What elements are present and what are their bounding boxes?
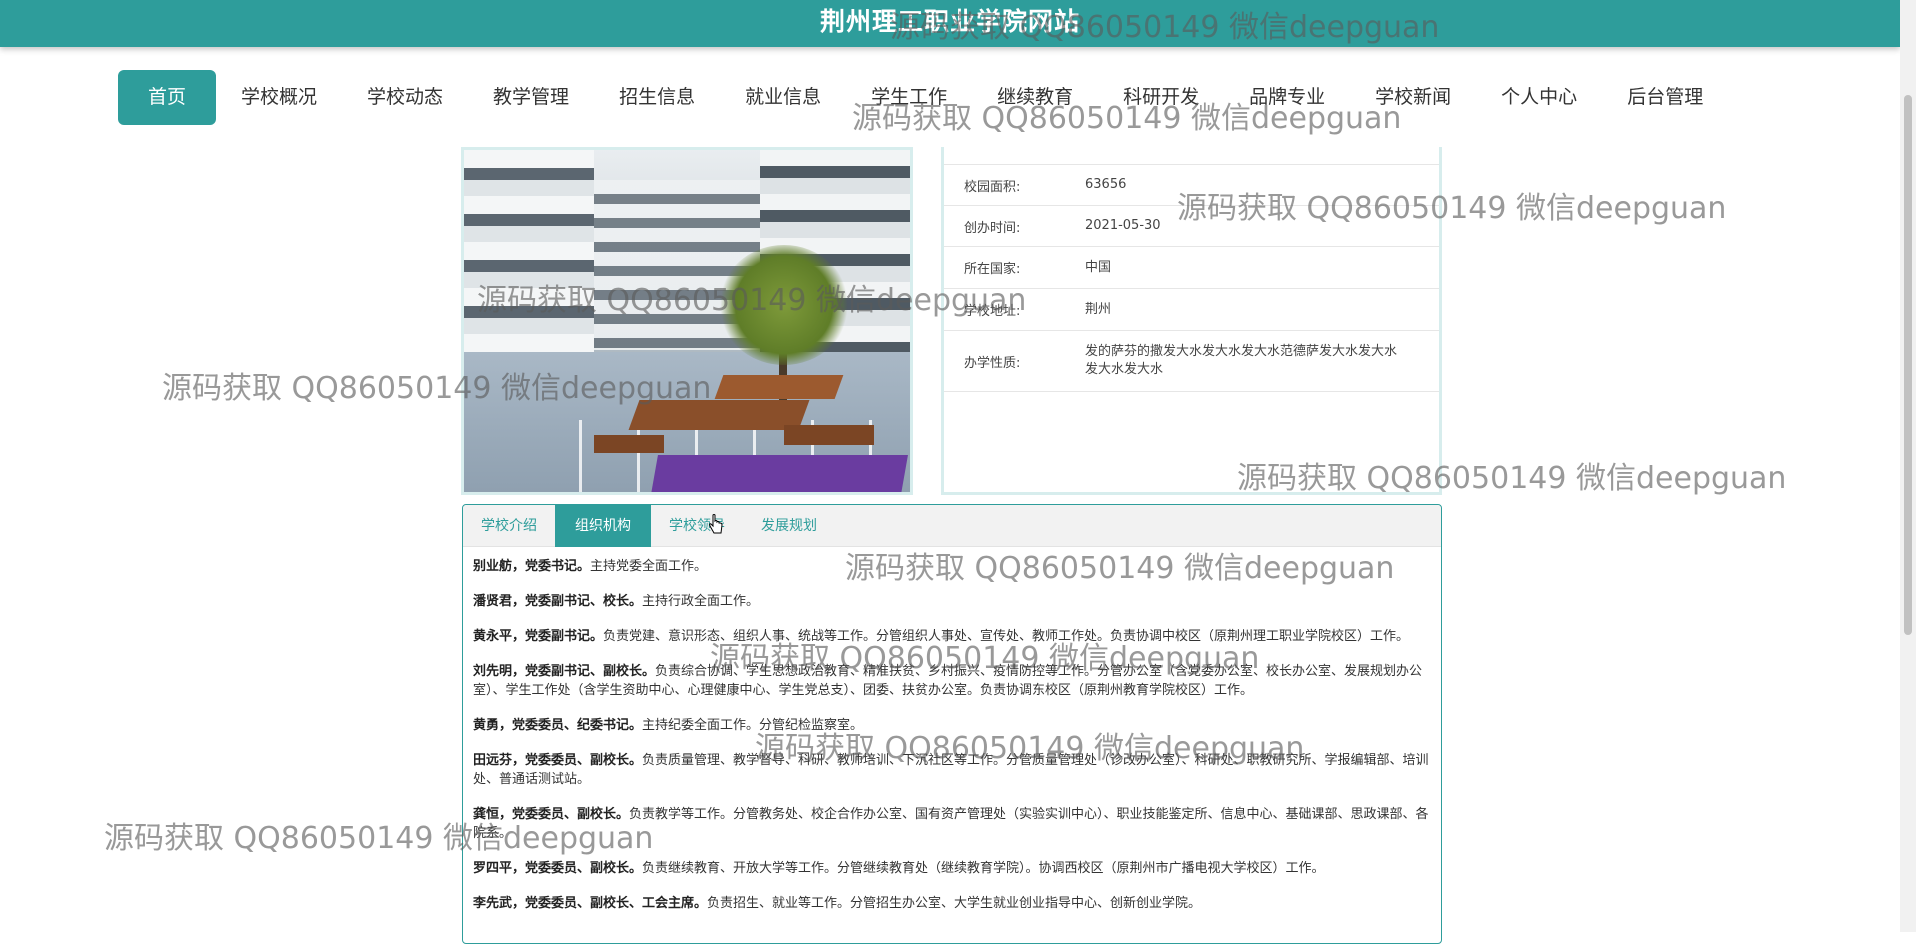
nav-item-brand-majors[interactable]: 品牌专业 bbox=[1224, 70, 1350, 125]
nav-item-employment-info[interactable]: 就业信息 bbox=[720, 70, 846, 125]
tab-school-leaders[interactable]: 学校领导 bbox=[651, 505, 743, 547]
info-row-founded-date: 创办时间: 2021-05-30 bbox=[944, 206, 1439, 247]
info-label: 所在国家: bbox=[964, 262, 1021, 277]
leader-entry: 黄永平，党委副书记。负责党建、意识形态、组织人事、统战等工作。分管组织人事处、宣… bbox=[473, 629, 1410, 644]
tab-school-intro[interactable]: 学校介绍 bbox=[463, 505, 555, 547]
nav-item-admin[interactable]: 后台管理 bbox=[1602, 70, 1728, 125]
tab-bar: 学校介绍 组织机构 学校领导 发展规划 bbox=[463, 505, 1441, 547]
nav-item-school-overview[interactable]: 学校概况 bbox=[216, 70, 342, 125]
leader-entry: 田远芬，党委委员、副校长。负责质量管理、教学督导、科研、教师培训、下沉社区等工作… bbox=[473, 753, 1429, 787]
leader-entry: 李先武，党委委员、副校长、工会主席。负责招生、就业等工作。分管招生办公室、大学生… bbox=[473, 896, 1202, 911]
info-label: 校园面积: bbox=[964, 179, 1021, 195]
nav-item-home[interactable]: 首页 bbox=[118, 70, 217, 125]
nav-item-school-news-feed[interactable]: 学校动态 bbox=[342, 70, 468, 125]
info-label: 学校地址: bbox=[964, 304, 1021, 319]
leader-entry: 潘贤君，党委副书记、校长。主持行政全面工作。 bbox=[473, 594, 760, 609]
school-photo bbox=[461, 147, 913, 495]
scrollbar-thumb[interactable] bbox=[1904, 95, 1912, 635]
nav-item-research[interactable]: 科研开发 bbox=[1098, 70, 1224, 125]
top-header-bar: 荆州理工职业学院网站 bbox=[0, 0, 1900, 47]
info-value: 发的萨芬的撒发大水发大水发大水范德萨发大水发大水发大水发大水 bbox=[1085, 344, 1398, 377]
page-scrollbar[interactable] bbox=[1900, 0, 1916, 932]
info-row-school-type: 办学性质: 发的萨芬的撒发大水发大水发大水范德萨发大水发大水发大水发大水 bbox=[944, 331, 1439, 392]
tabs-panel: 学校介绍 组织机构 学校领导 发展规划 别业舫，党委书记。主持党委全面工作。 潘… bbox=[462, 504, 1442, 944]
info-row-cut-off bbox=[944, 147, 1439, 165]
leader-entry: 龚恒，党委委员、副校长。负责教学等工作。分管教务处、校企合作办公室、国有资产管理… bbox=[473, 807, 1429, 841]
school-info-panel: 校园面积: 63656 创办时间: 2021-05-30 所在国家: 中国 学校… bbox=[941, 147, 1442, 495]
info-label: 创办时间: bbox=[964, 220, 1021, 236]
nav-item-admission-info[interactable]: 招生信息 bbox=[594, 70, 720, 125]
info-value: 荆州 bbox=[1085, 301, 1112, 317]
nav-item-continuing-education[interactable]: 继续教育 bbox=[972, 70, 1098, 125]
leader-entry: 别业舫，党委书记。主持党委全面工作。 bbox=[473, 559, 708, 574]
info-value: 2021-05-30 bbox=[1085, 218, 1161, 233]
info-row-country: 所在国家: 中国 bbox=[944, 247, 1439, 289]
info-row-campus-area: 校园面积: 63656 bbox=[944, 165, 1439, 206]
info-row-address: 学校地址: 荆州 bbox=[944, 289, 1439, 331]
site-title: 荆州理工职业学院网站 bbox=[819, 7, 1080, 36]
nav-item-school-news[interactable]: 学校新闻 bbox=[1350, 70, 1476, 125]
leader-entry: 刘先明，党委副书记、副校长。负责综合协调、学生思想政治教育、精准扶贫、乡村振兴、… bbox=[473, 664, 1423, 698]
leader-entry: 黄勇，党委委员、纪委书记。主持纪委全面工作。分管纪检监察室。 bbox=[473, 718, 864, 733]
nav-item-personal-center[interactable]: 个人中心 bbox=[1476, 70, 1602, 125]
info-value: 中国 bbox=[1085, 259, 1112, 275]
tab-development-plan[interactable]: 发展规划 bbox=[743, 505, 835, 547]
info-label: 办学性质: bbox=[964, 355, 1021, 371]
leader-entry: 罗四平，党委委员、副校长。负责继续教育、开放大学等工作。分管继续教育处（继续教育… bbox=[473, 861, 1325, 876]
tab-organization[interactable]: 组织机构 bbox=[555, 505, 651, 547]
main-nav: 首页 学校概况 学校动态 教学管理 招生信息 就业信息 学生工作 继续教育 科研… bbox=[118, 70, 1728, 125]
nav-item-student-work[interactable]: 学生工作 bbox=[846, 70, 972, 125]
info-value: 63656 bbox=[1085, 177, 1127, 192]
hand-cursor-icon bbox=[709, 514, 723, 534]
tab-content: 别业舫，党委书记。主持党委全面工作。 潘贤君，党委副书记、校长。主持行政全面工作… bbox=[463, 547, 1441, 913]
nav-item-teaching-management[interactable]: 教学管理 bbox=[468, 70, 594, 125]
